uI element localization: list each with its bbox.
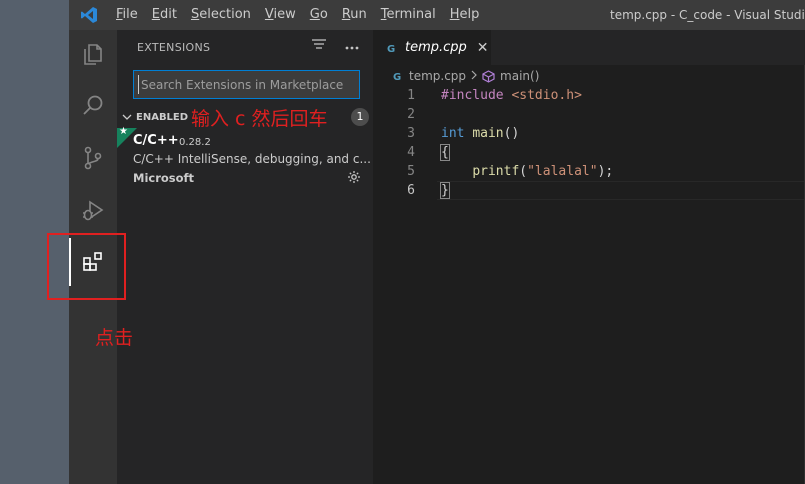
code-line: 3 int main(): [373, 124, 805, 143]
code-line: 4 {: [373, 143, 805, 162]
tab-bar: G temp.cpp ✕: [373, 30, 805, 65]
line-text: }: [440, 182, 450, 199]
code-line: 2: [373, 105, 805, 124]
annotation-highlight-box: [47, 233, 126, 300]
menu-selection[interactable]: Selection: [184, 0, 258, 30]
more-actions-icon[interactable]: [345, 39, 359, 54]
svg-text:G: G: [393, 72, 401, 82]
sidebar-title: EXTENSIONS: [137, 41, 211, 54]
line-number: 3: [407, 126, 415, 141]
extension-list-item[interactable]: ★ C/C++ 0.28.2 C/C++ IntelliSense, debug…: [117, 126, 373, 190]
chevron-right-icon: [470, 69, 478, 83]
search-icon[interactable]: [69, 82, 117, 130]
line-number: 4: [407, 145, 415, 160]
line-number: 1: [407, 88, 415, 103]
editor-area: G temp.cpp ✕ G temp.cpp main() 1 #includ…: [373, 30, 805, 484]
cpp-file-icon: G: [393, 70, 405, 82]
source-control-icon[interactable]: [69, 134, 117, 182]
line-number: 5: [407, 164, 415, 179]
line-number: 6: [407, 183, 415, 198]
line-text: printf("lalalal");: [472, 164, 614, 179]
line-text: int main(): [441, 126, 520, 141]
annotation-type-hint: 输入 c 然后回车: [191, 108, 328, 130]
clear-filter-icon[interactable]: [311, 38, 327, 54]
sidebar-actions: [311, 38, 359, 54]
line-number: 2: [407, 107, 415, 122]
extension-search-input[interactable]: [138, 75, 355, 94]
line-text: #include <stdio.h>: [441, 88, 582, 103]
extension-name: C/C++: [133, 133, 179, 148]
menu-view[interactable]: View: [258, 0, 303, 30]
code-line: 5 printf("lalalal");: [373, 162, 805, 181]
svg-text:G: G: [387, 44, 395, 54]
breadcrumb: G temp.cpp main(): [393, 67, 539, 85]
line-text: {: [440, 144, 450, 161]
tab-label: temp.cpp: [405, 40, 467, 55]
annotation-click-hint: 点击: [95, 327, 134, 349]
enabled-label: ENABLED: [136, 111, 189, 123]
method-icon: [482, 69, 495, 83]
run-debug-icon[interactable]: [69, 186, 117, 234]
extension-publisher: Microsoft: [133, 171, 195, 185]
star-icon: ★: [119, 126, 128, 137]
menu-run[interactable]: Run: [335, 0, 374, 30]
explorer-icon[interactable]: [69, 30, 117, 78]
extension-search-box: [133, 70, 360, 99]
menu-bar: File Edit Selection View Go Run Terminal…: [109, 0, 486, 30]
breadcrumb-symbol[interactable]: main(): [500, 69, 539, 83]
enabled-count-badge: 1: [351, 108, 369, 126]
cpp-file-icon: G: [387, 42, 399, 54]
breadcrumb-file[interactable]: temp.cpp: [409, 69, 466, 83]
chevron-down-icon: [122, 112, 132, 122]
close-icon[interactable]: ✕: [477, 40, 489, 56]
vscode-logo-icon: [69, 0, 109, 30]
window-title: temp.cpp - C_code - Visual Studio C: [610, 8, 805, 22]
extension-version: 0.28.2: [179, 137, 211, 148]
extension-description: C/C++ IntelliSense, debugging, and c...: [133, 152, 371, 166]
code-line: 1 #include <stdio.h>: [373, 86, 805, 105]
extensions-sidebar: EXTENSIONS ENABLED 1 ★ C/C++ 0.28.2 C/C+…: [117, 30, 373, 484]
title-bar: File Edit Selection View Go Run Terminal…: [69, 0, 805, 30]
menu-file[interactable]: File: [109, 0, 145, 30]
menu-edit[interactable]: Edit: [145, 0, 184, 30]
tab-temp-cpp[interactable]: G temp.cpp ✕: [373, 30, 491, 65]
gear-icon[interactable]: [347, 170, 361, 188]
menu-terminal[interactable]: Terminal: [374, 0, 443, 30]
code-line: 6 }: [373, 181, 805, 200]
menu-help[interactable]: Help: [443, 0, 487, 30]
menu-go[interactable]: Go: [303, 0, 335, 30]
